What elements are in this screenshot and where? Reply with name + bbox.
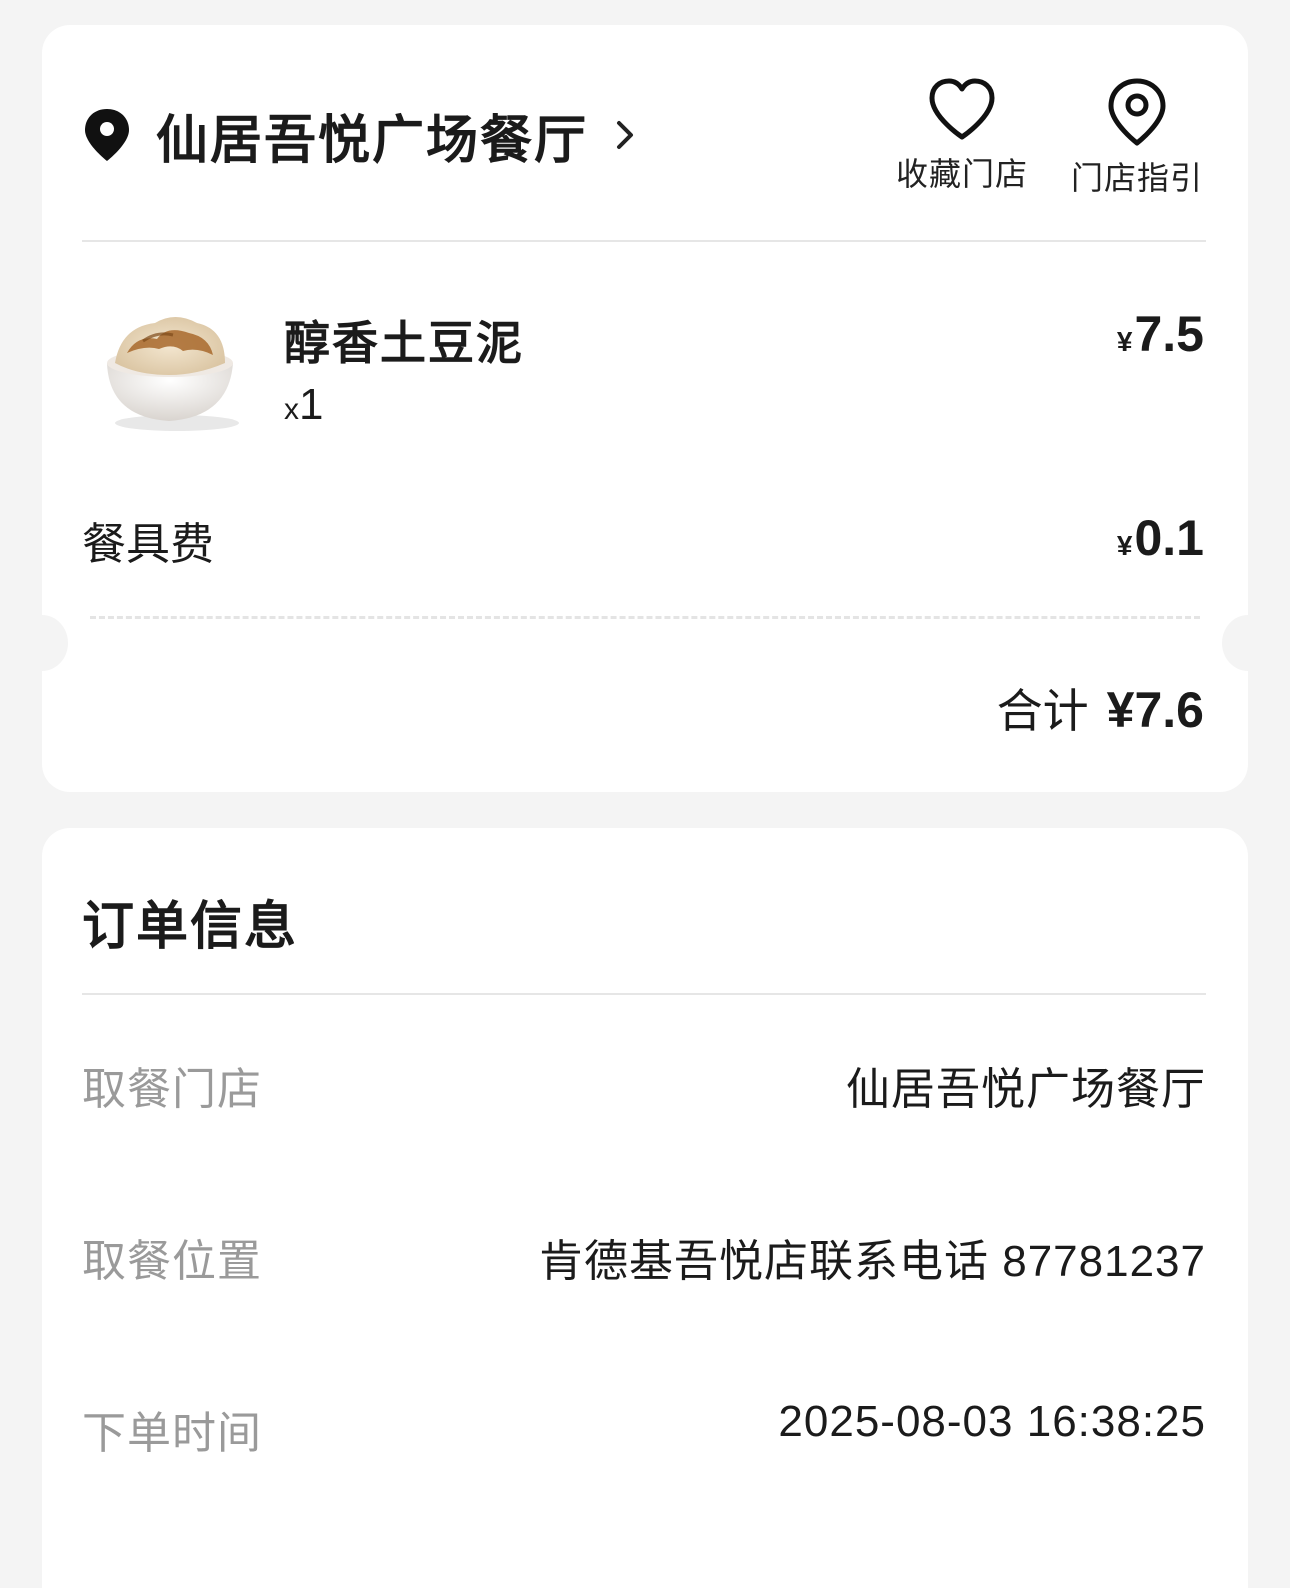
- currency-symbol: ¥: [1116, 530, 1133, 561]
- pickup-location-value: 肯德基吾悦店联系电话 87781237: [539, 1237, 1206, 1286]
- quantity-value: 1: [299, 380, 324, 429]
- order-total: 合计 ¥7.6: [997, 675, 1204, 741]
- store-guide-button[interactable]: 门店指引: [1062, 77, 1212, 199]
- pickup-store-value: 仙居吾悦广场餐厅: [846, 1065, 1206, 1114]
- total-value: ¥7.6: [1106, 682, 1204, 738]
- pickup-location-label: 取餐位置: [82, 1237, 262, 1286]
- order-time-label: 下单时间: [82, 1409, 262, 1458]
- store-guide-label: 门店指引: [1070, 160, 1203, 196]
- fee-value: 0.1: [1134, 510, 1204, 566]
- store-header[interactable]: 仙居吾悦广场餐厅: [82, 95, 638, 175]
- total-label: 合计: [996, 685, 1089, 737]
- chevron-right-icon[interactable]: [614, 117, 638, 153]
- tableware-fee-price: ¥0.1: [1117, 509, 1204, 567]
- location-pin-icon: [85, 109, 129, 161]
- map-pin-icon: [1108, 78, 1166, 146]
- order-info-divider: [82, 993, 1206, 995]
- item-image: [107, 317, 239, 431]
- quantity-prefix: x: [284, 393, 299, 426]
- favorite-store-label: 收藏门店: [895, 156, 1028, 192]
- favorite-store-button[interactable]: 收藏门店: [887, 77, 1037, 195]
- item-quantity: x1: [284, 380, 323, 430]
- perforation-notch-right: [1222, 615, 1274, 671]
- header-divider: [82, 240, 1206, 242]
- heart-icon: [929, 78, 995, 140]
- price-value: 7.5: [1134, 306, 1204, 362]
- order-time-value: 2025-08-03 16:38:25: [778, 1397, 1206, 1446]
- store-name[interactable]: 仙居吾悦广场餐厅: [156, 98, 588, 173]
- item-price: ¥7.5: [1117, 305, 1204, 363]
- store-order-card: 仙居吾悦广场餐厅 收藏门店 门店指引 醇香土豆泥 x1 ¥7.5 餐具费 ¥0.…: [16, 25, 1274, 792]
- perforation-notch-left: [16, 615, 68, 671]
- dashed-separator: [90, 616, 1200, 619]
- pickup-store-label: 取餐门店: [82, 1065, 262, 1114]
- tableware-fee-label: 餐具费: [82, 520, 214, 569]
- item-name: 醇香土豆泥: [284, 317, 524, 369]
- currency-symbol: ¥: [1116, 326, 1133, 357]
- order-info-title: 订单信息: [82, 898, 299, 956]
- order-info-card: 订单信息 取餐门店 仙居吾悦广场餐厅 取餐位置 肯德基吾悦店联系电话 87781…: [42, 828, 1248, 1588]
